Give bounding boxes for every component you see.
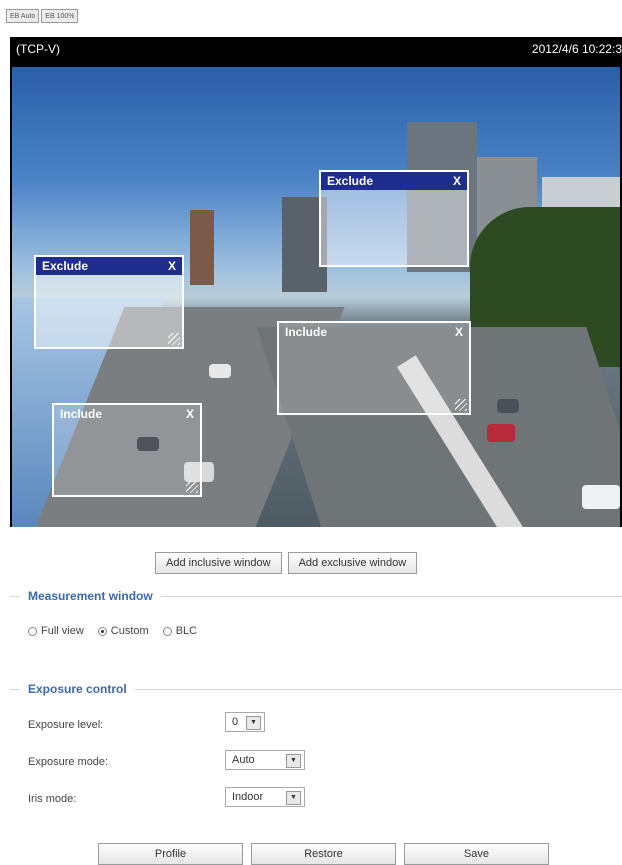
iris-mode-select[interactable]: Indoor ▼ — [225, 787, 305, 807]
car — [209, 364, 231, 378]
exposure-mode-value: Auto — [232, 754, 255, 766]
radio-full-view[interactable]: Full view — [28, 625, 84, 637]
add-inclusive-window-button[interactable]: Add inclusive window — [155, 552, 282, 574]
view-mode-toolbar: EB Auto EB 100% — [6, 9, 79, 23]
building — [190, 210, 214, 285]
include-window[interactable]: Include X — [52, 403, 202, 497]
car — [497, 399, 519, 413]
exposure-level-select[interactable]: 0 ▼ — [225, 712, 265, 732]
close-icon[interactable]: X — [455, 323, 463, 341]
video-viewer: (TCP-V) 2012/4/6 10:22:3 Exclude X Exclu… — [10, 37, 622, 527]
eb-100-button[interactable]: EB 100% — [41, 9, 79, 23]
radio-blc[interactable]: BLC — [162, 625, 198, 637]
viewer-header: (TCP-V) 2012/4/6 10:22:3 — [10, 37, 622, 65]
exposure-mode-select[interactable]: Auto ▼ — [225, 750, 305, 770]
chevron-down-icon[interactable]: ▼ — [286, 791, 301, 805]
car — [582, 485, 620, 509]
profile-button[interactable]: Profile — [98, 843, 243, 865]
radio-selected-icon[interactable] — [97, 626, 107, 636]
close-icon[interactable]: X — [168, 257, 176, 275]
exclude-window-title[interactable]: Exclude — [321, 172, 467, 190]
exposure-mode-label: Exposure mode: — [28, 756, 109, 768]
iris-mode-label: Iris mode: — [28, 793, 77, 805]
close-icon[interactable]: X — [453, 172, 461, 190]
eb-auto-button[interactable]: EB Auto — [6, 9, 40, 23]
include-window-title[interactable]: Include — [54, 405, 200, 423]
action-buttons: Profile Restore Save — [98, 843, 549, 865]
stream-title: (TCP-V) — [16, 42, 60, 56]
measurement-window-section: Measurement window — [10, 589, 622, 603]
resize-handle-icon[interactable] — [455, 399, 467, 411]
timestamp: 2012/4/6 10:22:3 — [531, 42, 622, 56]
save-button[interactable]: Save — [404, 843, 549, 865]
restore-button[interactable]: Restore — [251, 843, 396, 865]
radio-label: Full view — [41, 625, 84, 637]
exclude-window[interactable]: Exclude X — [34, 255, 184, 349]
car — [487, 424, 515, 442]
close-icon[interactable]: X — [186, 405, 194, 423]
exposure-level-value: 0 — [232, 716, 239, 728]
radio-label: Custom — [110, 625, 149, 637]
section-title: Measurement window — [20, 589, 161, 603]
include-window[interactable]: Include X — [277, 321, 471, 415]
exposure-control-section: Exposure control — [10, 682, 622, 696]
add-exclusive-window-button[interactable]: Add exclusive window — [287, 552, 418, 574]
exclude-window[interactable]: Exclude X — [319, 170, 469, 267]
measurement-options: Full view Custom BLC — [28, 625, 197, 637]
radio-icon[interactable] — [28, 626, 37, 636]
resize-handle-icon[interactable] — [168, 333, 180, 345]
radio-label: BLC — [175, 625, 198, 637]
iris-mode-value: Indoor — [232, 791, 264, 803]
chevron-down-icon[interactable]: ▼ — [286, 754, 301, 768]
chevron-down-icon[interactable]: ▼ — [246, 716, 261, 730]
live-video-frame: Exclude X Exclude X Include X Include X — [12, 67, 620, 527]
radio-icon[interactable] — [162, 626, 172, 636]
radio-custom[interactable]: Custom — [97, 625, 149, 637]
resize-handle-icon[interactable] — [186, 481, 198, 493]
window-buttons: Add inclusive window Add exclusive windo… — [155, 552, 418, 574]
exposure-level-label: Exposure level: — [28, 719, 104, 731]
exclude-window-title[interactable]: Exclude — [36, 257, 182, 275]
section-title: Exposure control — [20, 682, 135, 696]
include-window-title[interactable]: Include — [279, 323, 469, 341]
